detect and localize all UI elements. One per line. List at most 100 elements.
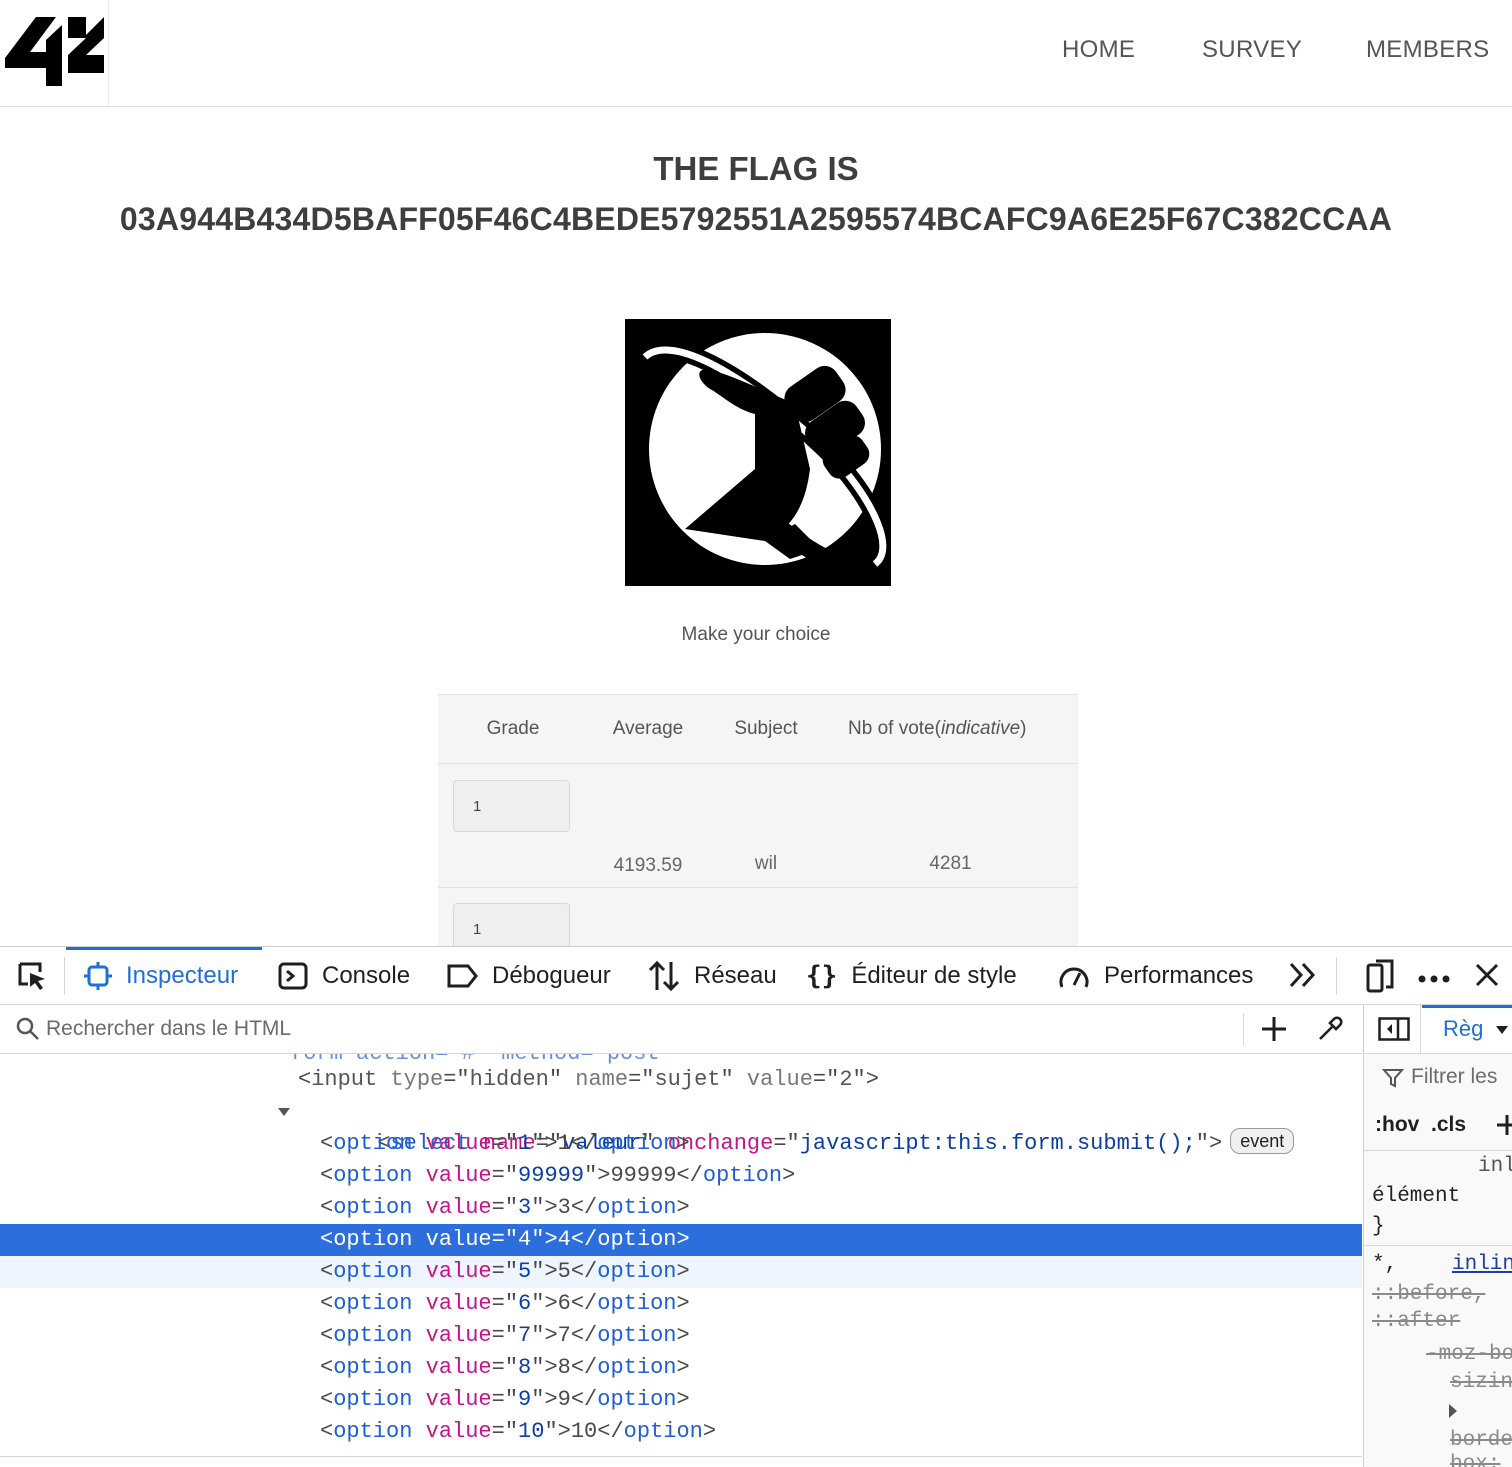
search-input[interactable]: Rechercher dans le HTML [46, 1017, 291, 1041]
tab-console[interactable]: Console [278, 947, 410, 1004]
tab-inspecteur[interactable]: Inspecteur [84, 947, 238, 1004]
site-logo[interactable] [0, 0, 109, 106]
rule-element-selector: élément [1372, 1185, 1461, 1208]
option-tag-name: option [333, 1291, 413, 1316]
web-page: HOME SURVEY MEMBERS THE FLAG IS 03A944B4… [0, 0, 1512, 946]
grade-select[interactable]: 1 [453, 780, 570, 832]
element-picker-icon[interactable] [16, 960, 48, 997]
input-hidden-line[interactable]: <input type="hidden" name="sujet" value=… [0, 1064, 1362, 1096]
attr-value-value: 2 [839, 1067, 853, 1092]
attr-value: value [746, 1067, 813, 1092]
toggle-sidebar-icon[interactable] [1378, 1017, 1410, 1041]
toolbar-separator [1336, 957, 1337, 995]
rule-universal-selector: *, [1372, 1253, 1398, 1276]
header-nb-of-vote-label: Nb of vote( [848, 718, 941, 739]
more-tabs-chevron-icon[interactable] [1288, 961, 1318, 994]
attr-value: value [425, 1131, 492, 1156]
nav-members-link[interactable]: MEMBERS [1366, 36, 1489, 64]
attr-value: value [425, 1387, 492, 1412]
attr-value: value [425, 1259, 492, 1284]
performance-gauge-icon [1059, 967, 1089, 988]
option-line[interactable]: <option value="10">10</option> [0, 1416, 1362, 1448]
tab-performances-label: Performances [1104, 961, 1254, 989]
header-nb-of-vote-close: ) [1020, 718, 1027, 739]
close-icon[interactable] [1474, 962, 1500, 993]
option-value: 5 [518, 1259, 532, 1284]
option-line[interactable]: <option value="9">9</option> [0, 1384, 1362, 1416]
option-tag-name: option [333, 1387, 413, 1412]
attr-value: value [425, 1195, 492, 1220]
option-value: 99999 [518, 1163, 585, 1188]
header-indicative: indicative [940, 718, 1021, 739]
option-close-tag: option [597, 1259, 677, 1284]
row-average: 4193.59 [613, 855, 683, 876]
grade-select[interactable]: 1 [453, 903, 570, 946]
option-tag-name: option [333, 1419, 413, 1444]
option-text: 3 [557, 1195, 571, 1220]
option-text: 99999 [610, 1163, 677, 1188]
attr-type-value: hidden [469, 1067, 549, 1092]
tab-debogueur-label: Débogueur [492, 961, 611, 989]
row-divider [438, 763, 1078, 764]
html-search-bar[interactable]: Rechercher dans le HTML [0, 1005, 1362, 1054]
option-line[interactable]: <option value="7">7</option> [0, 1320, 1362, 1352]
network-icon [648, 960, 680, 991]
style-editor-icon: {} [806, 960, 838, 991]
add-rule-icon[interactable] [1497, 1113, 1512, 1137]
rule-moz-box-sizing: -moz-bo [1426, 1343, 1512, 1366]
tab-inspecteur-label: Inspecteur [126, 961, 239, 989]
tab-reseau[interactable]: Réseau [648, 947, 777, 1004]
nav-home-link[interactable]: HOME [1062, 36, 1135, 64]
top-navigation-bar: HOME SURVEY MEMBERS [0, 0, 1512, 107]
rules-divider [1364, 1150, 1512, 1151]
option-line[interactable]: <option value="8">8</option> [0, 1352, 1362, 1384]
attr-value: value [425, 1355, 492, 1380]
devtools-toolbar: Inspecteur Console Débogueur Réseau {} É… [0, 947, 1512, 1005]
option-text: 4 [557, 1227, 571, 1252]
option-value: 7 [518, 1323, 532, 1348]
option-tag-name: option [333, 1323, 413, 1348]
rule-sizing: sizin [1450, 1371, 1512, 1394]
rules-filter-input[interactable]: Filtrer les [1411, 1065, 1497, 1089]
option-text: 10 [570, 1419, 598, 1444]
attr-value: value [425, 1323, 492, 1348]
option-line[interactable]: <option value="4">4</option> [0, 1224, 1362, 1256]
tab-editeur-de-style[interactable]: {} Éditeur de style [806, 947, 1017, 1004]
option-line[interactable]: <option value="99999">99999</option> [0, 1160, 1362, 1192]
select-line[interactable]: <select name="valeur" onchange="javascri… [0, 1096, 1362, 1156]
flag-value: 03A944B434D5BAFF05F46C4BEDE5792551A25955… [119, 201, 1393, 237]
option-close-tag: option [597, 1387, 677, 1412]
header-grade: Grade [486, 718, 540, 739]
expand-triangle-icon[interactable] [1448, 1403, 1458, 1419]
rules-dropdown-icon[interactable] [1495, 1025, 1509, 1035]
tab-editeur-label: Éditeur de style [851, 961, 1017, 989]
option-tag-name: option [333, 1259, 413, 1284]
option-line[interactable]: <option value="6">6</option> [0, 1288, 1362, 1320]
option-value: 4 [518, 1227, 532, 1252]
add-node-icon[interactable] [1261, 1016, 1287, 1042]
tab-regles[interactable]: Règ [1443, 1016, 1483, 1042]
option-line[interactable]: <option value="1">1</option> [0, 1128, 1362, 1160]
tab-debogueur[interactable]: Débogueur [446, 947, 611, 1004]
rules-separator [1420, 1005, 1421, 1053]
rule-source-link[interactable]: inlin [1452, 1253, 1512, 1276]
option-text: 6 [557, 1291, 571, 1316]
responsive-design-icon[interactable] [1366, 959, 1396, 998]
devtools-bottom-strip [0, 1456, 1362, 1467]
tab-performances[interactable]: Performances [1058, 947, 1253, 1004]
pseudo-class-toggles[interactable]: :hov .cls [1375, 1113, 1466, 1137]
tab-console-label: Console [322, 961, 411, 989]
rules-sidebar: Règ Filtrer les :hov .cls inl élément } … [1363, 1005, 1512, 1467]
option-line[interactable]: <option value="3">3</option> [0, 1192, 1362, 1224]
eyedropper-icon[interactable] [1316, 1015, 1344, 1043]
option-value: 8 [518, 1355, 532, 1380]
option-line[interactable]: <option value="5">5</option> [0, 1256, 1362, 1288]
rule-inline-label: inl [1478, 1155, 1512, 1178]
more-options-icon[interactable] [1418, 971, 1450, 989]
option-text: 5 [557, 1259, 571, 1284]
option-text: 1 [557, 1131, 571, 1156]
logo-42-icon [5, 17, 104, 86]
nav-survey-link[interactable]: SURVEY [1202, 36, 1302, 64]
rule-after-selector: ::after [1372, 1310, 1461, 1333]
attr-value: value [425, 1419, 492, 1444]
